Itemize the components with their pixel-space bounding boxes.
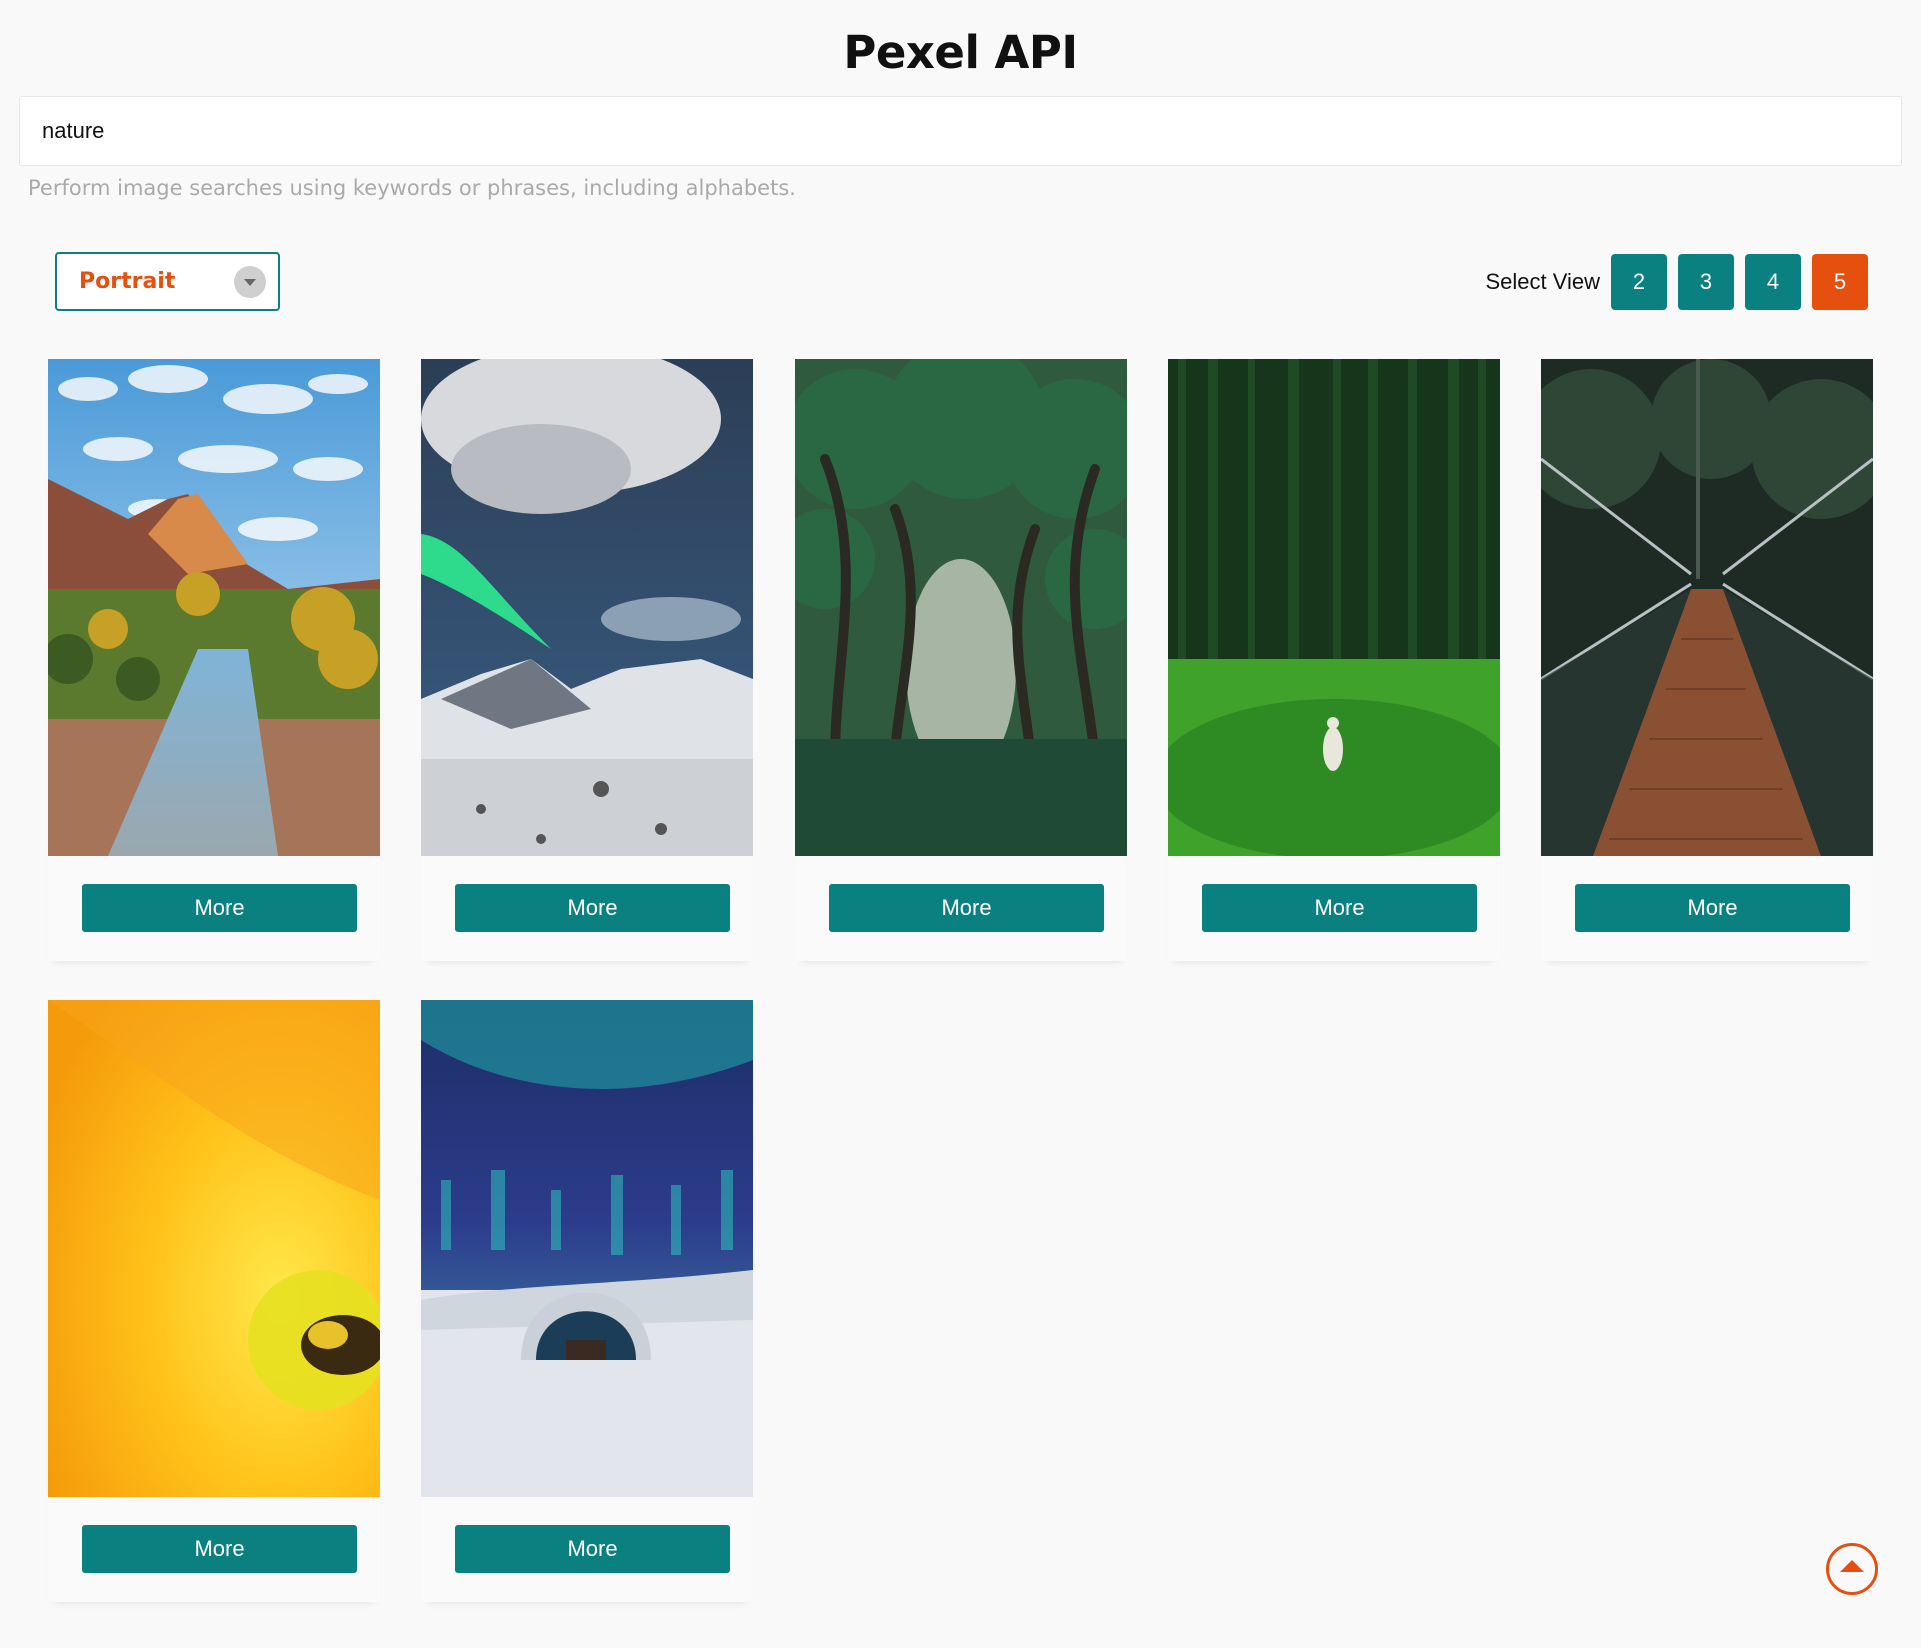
view-button-4[interactable]: 4 [1745, 254, 1801, 310]
search-box [19, 96, 1902, 166]
more-button[interactable]: More [82, 884, 357, 932]
image-card: More [1541, 359, 1873, 961]
image-card: More [421, 359, 753, 961]
more-button[interactable]: More [82, 1525, 357, 1573]
orientation-dropdown[interactable]: Portrait [55, 252, 280, 311]
orientation-selected-value: Portrait [79, 269, 176, 294]
result-image[interactable] [48, 359, 380, 856]
view-controls: Select View 2 3 4 5 [1485, 254, 1868, 310]
image-card: More [48, 359, 380, 961]
result-image[interactable] [1168, 359, 1500, 856]
result-image[interactable] [421, 1000, 753, 1497]
more-button[interactable]: More [829, 884, 1104, 932]
search-input[interactable] [20, 97, 1901, 165]
result-image[interactable] [1541, 359, 1873, 856]
image-card: More [48, 1000, 380, 1602]
image-card: More [421, 1000, 753, 1602]
more-button[interactable]: More [455, 1525, 730, 1573]
image-card: More [1168, 359, 1500, 961]
scroll-to-top-icon[interactable] [1826, 1543, 1878, 1595]
page: Pexel API Perform image searches using k… [0, 0, 1921, 1648]
select-view-label: Select View [1485, 269, 1600, 294]
view-button-5[interactable]: 5 [1812, 254, 1868, 310]
view-button-2[interactable]: 2 [1611, 254, 1667, 310]
view-button-3[interactable]: 3 [1678, 254, 1734, 310]
image-card: More [795, 359, 1127, 961]
chevron-down-icon [234, 266, 266, 298]
more-button[interactable]: More [1202, 884, 1477, 932]
result-image[interactable] [48, 1000, 380, 1497]
search-hint: Perform image searches using keywords or… [28, 176, 796, 200]
more-button[interactable]: More [455, 884, 730, 932]
result-image[interactable] [421, 359, 753, 856]
page-title: Pexel API [843, 26, 1078, 79]
result-image[interactable] [795, 359, 1127, 856]
more-button[interactable]: More [1575, 884, 1850, 932]
